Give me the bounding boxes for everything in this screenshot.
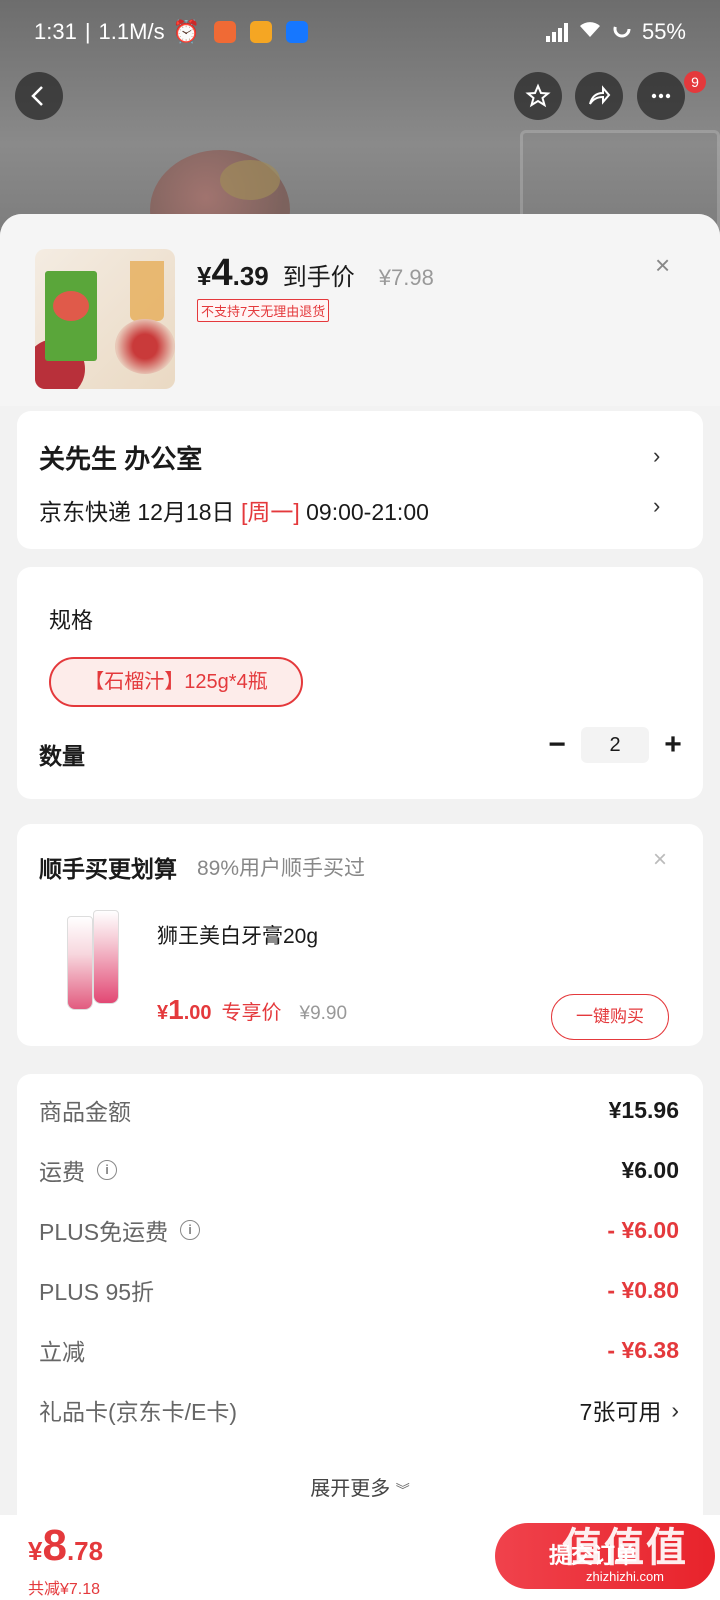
favorite-button[interactable] — [514, 72, 562, 120]
product-header: ¥ 4 .39 到手价 ¥7.98 不支持7天无理由退货 × — [0, 214, 720, 406]
chevron-right-icon: › — [671, 1396, 679, 1423]
more-dots-icon — [651, 93, 671, 99]
share-button[interactable] — [575, 72, 623, 120]
alipay-icon — [285, 21, 308, 43]
addon-title: 顺手买更划算 — [39, 856, 177, 882]
delivery-info: 京东快递 12月18日 [周一] 09:00-21:00 — [39, 499, 429, 525]
alarm-icon: ⏰ — [172, 19, 200, 44]
quantity-stepper: − 2 + — [537, 727, 693, 763]
spec-title: 规格 — [49, 608, 94, 633]
battery-percent: 55% — [641, 19, 686, 44]
spec-card: 规格 【石榴汁】125g*4瓶 数量 − 2 + — [17, 567, 703, 799]
increase-button[interactable]: + — [653, 727, 693, 763]
battery-icon — [612, 19, 632, 45]
summary-row-goods: 商品金额 ¥15.96 — [39, 1096, 679, 1126]
summary-row-instant-discount: 立减 - ¥6.38 — [39, 1336, 679, 1366]
one-click-buy-button[interactable]: 一键购买 — [551, 994, 669, 1040]
info-icon[interactable]: i — [180, 1220, 201, 1240]
summary-row-gift-card[interactable]: 礼品卡(京东卡/E卡) 7张可用 › — [39, 1390, 679, 1430]
signal-icon — [545, 22, 568, 42]
status-net-speed: 1.1M/s — [98, 19, 165, 44]
back-arrow-icon — [31, 86, 43, 106]
addon-price-label: 专享价 — [221, 1002, 282, 1024]
product-thumbnail[interactable] — [35, 249, 175, 389]
star-icon — [525, 83, 551, 108]
chat-app-icon — [249, 21, 272, 43]
total-saved: 共减¥7.18 — [28, 1581, 101, 1598]
product-price: ¥ 4 .39 到手价 ¥7.98 — [197, 252, 434, 294]
share-icon — [589, 85, 611, 105]
addon-subtitle: 89%用户顺手买过 — [197, 857, 366, 880]
wifi-icon — [578, 19, 602, 45]
addon-price: ¥ 1 .00 专享价 ¥9.90 — [157, 994, 348, 1025]
price-summary-card: 商品金额 ¥15.96 运费 i ¥6.00 PLUS免运费 i - ¥6.00… — [17, 1074, 703, 1530]
chevron-right-icon: › — [653, 443, 661, 468]
quantity-label: 数量 — [39, 743, 85, 769]
app-notification-icon — [213, 21, 236, 43]
summary-row-plus-free-shipping: PLUS免运费 i - ¥6.00 — [39, 1216, 679, 1246]
decrease-button[interactable]: − — [537, 727, 577, 763]
more-menu-button[interactable] — [637, 72, 685, 120]
recipient-name: 关先生 办公室 — [39, 444, 203, 474]
summary-row-plus-discount: PLUS 95折 - ¥0.80 — [39, 1276, 679, 1306]
message-badge: 9 — [684, 71, 706, 93]
status-bar: 1:31 | 1.1M/s ⏰ 55% — [34, 19, 686, 45]
address-card[interactable]: 关先生 办公室 › 京东快递 12月18日 [周一] 09:00-21:00 › — [17, 411, 703, 549]
info-icon[interactable]: i — [97, 1160, 117, 1180]
spec-option-chip[interactable]: 【石榴汁】125g*4瓶 — [49, 657, 303, 707]
back-button[interactable] — [15, 72, 63, 120]
quantity-input[interactable]: 2 — [581, 727, 649, 763]
original-price: ¥7.98 — [378, 265, 434, 290]
addon-original-price: ¥9.90 — [299, 1003, 348, 1024]
status-time: 1:31 — [34, 19, 77, 44]
return-policy-tag: 不支持7天无理由退货 — [197, 299, 330, 322]
expand-more-button[interactable]: 展开更多 ︾ — [17, 1472, 703, 1501]
close-sheet-icon[interactable]: × — [655, 250, 670, 281]
chevron-down-icon: ︾ — [395, 1482, 410, 1498]
toothpaste-image[interactable] — [57, 910, 127, 1010]
fruit-shape — [220, 160, 280, 200]
addon-product-name[interactable]: 狮王美白牙膏20g — [157, 920, 318, 950]
summary-row-shipping: 运费 i ¥6.00 — [39, 1156, 679, 1186]
close-addon-icon[interactable]: × — [653, 846, 667, 874]
addon-card: 顺手买更划算 89%用户顺手买过 × 狮王美白牙膏20g ¥ 1 .00 专享价… — [17, 824, 703, 1046]
watermark: 值值值 zhizhizhi.com — [562, 1526, 688, 1584]
total-price: ¥ 8 .78 — [28, 1521, 104, 1570]
price-label: 到手价 — [282, 264, 355, 291]
chevron-right-icon[interactable]: › — [653, 493, 660, 519]
order-sheet: ¥ 4 .39 到手价 ¥7.98 不支持7天无理由退货 × 关先生 办公室 ›… — [0, 214, 720, 1600]
